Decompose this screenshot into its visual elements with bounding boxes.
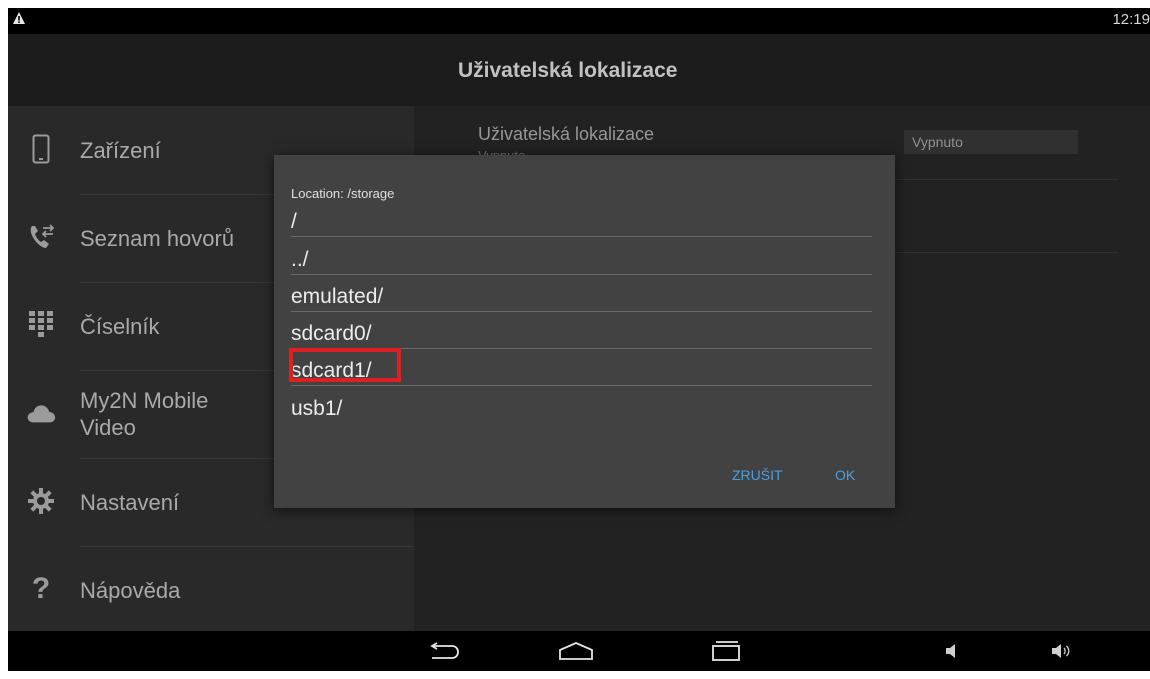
status-clock: 12:19 [1112,11,1150,28]
recents-icon[interactable] [708,637,744,665]
entry-label: sdcard0/ [291,322,372,345]
directory-entry[interactable]: usb1/ [291,385,872,423]
back-icon[interactable] [426,637,462,665]
directory-entry[interactable]: sdcard0/ [291,311,872,349]
entry-label: / [291,210,297,233]
directory-entry[interactable]: / [291,199,872,237]
cancel-button[interactable]: ZRUŠIT [732,467,783,483]
status-bar: 12:19 [8,8,1150,34]
volume-up-icon[interactable] [1049,637,1073,665]
ok-button[interactable]: OK [835,467,855,483]
volume-down-icon[interactable] [940,637,964,665]
warning-icon [13,12,25,24]
directory-entry[interactable]: ../ [291,237,872,275]
entry-label: emulated/ [291,285,384,308]
file-picker-dialog: Location: /storage / ../ emulated/ sdcar… [274,155,895,508]
system-nav-bar [8,631,1150,671]
device-screen: 12:19 Uživatelská lokalizace Zařízení Se… [8,8,1150,671]
entry-label: usb1/ [291,397,343,420]
highlight-box [289,348,401,382]
entry-label: ../ [291,248,309,271]
directory-entry[interactable]: emulated/ [291,274,872,312]
home-icon[interactable] [556,637,596,665]
